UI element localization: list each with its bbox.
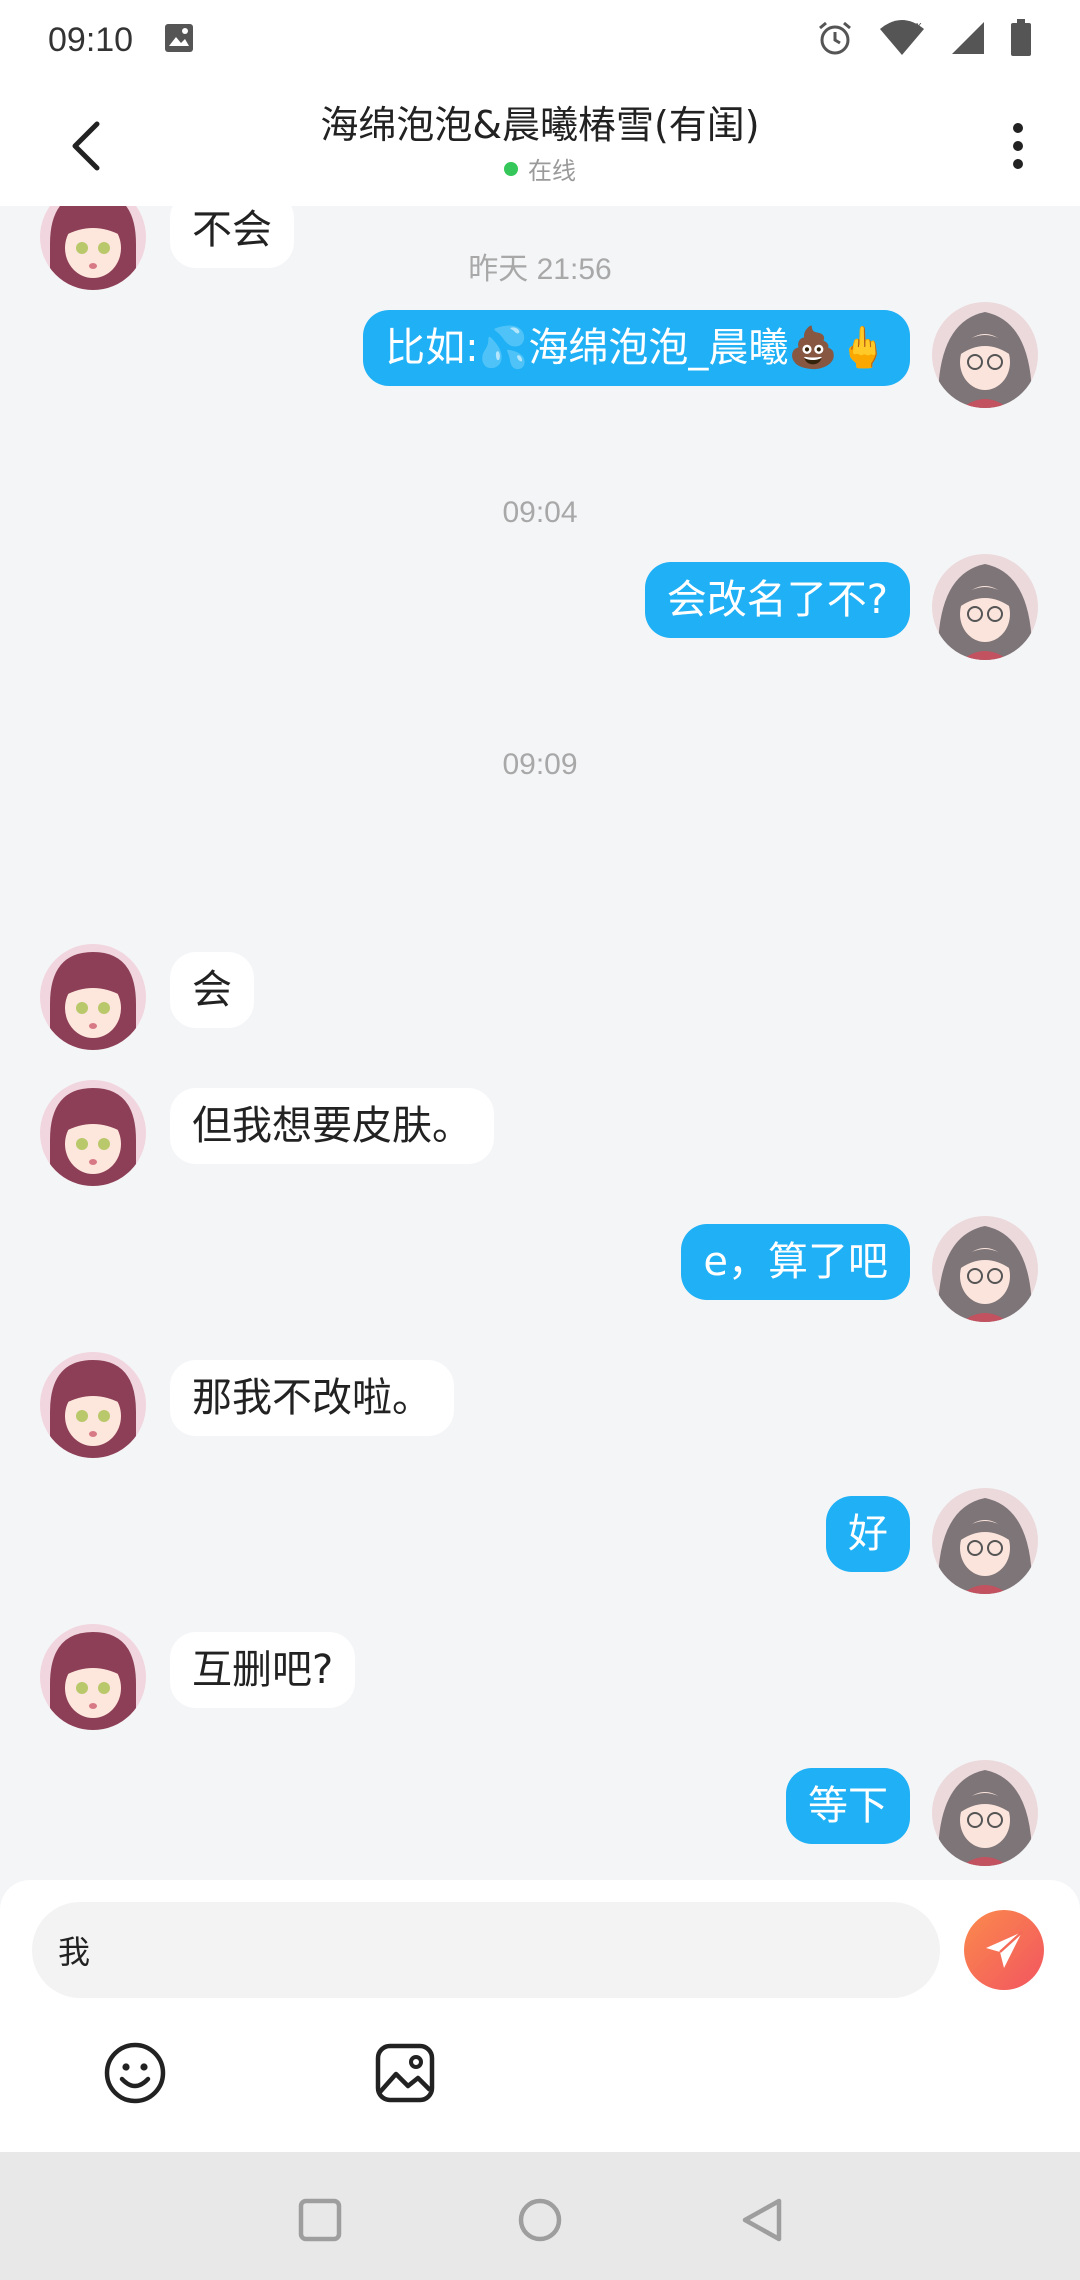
system-nav-bar <box>0 2152 1080 2280</box>
alarm-icon <box>816 19 854 61</box>
battery-icon <box>1010 19 1032 61</box>
image-button[interactable] <box>370 2038 440 2108</box>
message-outgoing: 好 <box>0 1488 1080 1598</box>
message-bubble[interactable]: e，算了吧 <box>681 1224 910 1300</box>
my-avatar[interactable] <box>932 554 1038 660</box>
triangle-back-icon <box>742 2198 782 2242</box>
recents-button[interactable] <box>290 2190 350 2250</box>
message-incoming: 但我想要皮肤。 <box>0 1080 1080 1190</box>
status-time: 09:10 <box>48 20 134 59</box>
message-bubble[interactable]: 好 <box>826 1496 910 1572</box>
my-avatar[interactable] <box>932 302 1038 408</box>
message-incoming: 那我不改啦。 <box>0 1352 1080 1462</box>
more-options-button[interactable] <box>998 116 1038 176</box>
my-avatar[interactable] <box>932 1488 1038 1594</box>
svg-text:x: x <box>916 20 922 32</box>
paper-plane-icon <box>986 1931 1023 1968</box>
square-recents-icon <box>298 2198 342 2242</box>
message-list[interactable]: 不会 昨天 21:56 比如:💦海绵泡泡_晨曦💩🖕 09:04 会改名了不? 0… <box>0 206 1080 1880</box>
message-outgoing: 等下 <box>0 1760 1080 1870</box>
emoji-button[interactable] <box>100 2038 170 2108</box>
contact-avatar[interactable] <box>40 1624 146 1730</box>
online-status: 在线 <box>503 151 576 186</box>
send-button[interactable] <box>964 1910 1044 1990</box>
message-outgoing: e，算了吧 <box>0 1216 1080 1326</box>
message-outgoing: 比如:💦海绵泡泡_晨曦💩🖕 <box>0 302 1080 412</box>
wifi-icon: x <box>878 19 926 61</box>
chat-header: 海绵泡泡&晨曦椿雪(有闺) 在线 <box>0 80 1080 206</box>
message-bubble[interactable]: 比如:💦海绵泡泡_晨曦💩🖕 <box>363 310 910 386</box>
back-button[interactable] <box>60 116 112 176</box>
more-vertical-icon <box>1013 123 1023 169</box>
message-outgoing: 会改名了不? <box>0 554 1080 664</box>
status-bar: 09:10 x <box>0 0 1080 80</box>
message-bubble[interactable]: 等下 <box>786 1768 910 1844</box>
my-avatar[interactable] <box>932 1216 1038 1322</box>
message-incoming: 互删吧? <box>0 1624 1080 1734</box>
composer-panel <box>0 1880 1080 2152</box>
message-timestamp: 09:09 <box>502 748 578 781</box>
message-bubble[interactable]: 会改名了不? <box>644 562 910 638</box>
image-icon <box>375 2043 435 2103</box>
gallery-notification-icon <box>163 22 195 58</box>
circle-home-icon <box>518 2198 562 2242</box>
message-timestamp: 09:04 <box>502 496 578 529</box>
online-status-text: 在线 <box>527 157 576 185</box>
signal-icon <box>950 20 986 60</box>
message-bubble[interactable]: 会 <box>170 952 254 1028</box>
back-nav-button[interactable] <box>732 2190 792 2250</box>
online-dot-icon <box>503 161 518 176</box>
message-incoming: 会 <box>0 944 1080 1054</box>
chevron-left-icon <box>72 121 100 171</box>
message-bubble[interactable]: 互删吧? <box>170 1632 356 1708</box>
contact-avatar[interactable] <box>40 1352 146 1458</box>
home-button[interactable] <box>510 2190 570 2250</box>
message-bubble[interactable]: 那我不改啦。 <box>170 1360 454 1436</box>
chat-title-block[interactable]: 海绵泡泡&晨曦椿雪(有闺) 在线 <box>320 94 759 186</box>
my-avatar[interactable] <box>932 1760 1038 1866</box>
contact-avatar[interactable] <box>40 1080 146 1186</box>
chat-title: 海绵泡泡&晨曦椿雪(有闺) <box>320 103 760 147</box>
message-input[interactable] <box>32 1902 940 1998</box>
contact-avatar[interactable] <box>40 944 146 1050</box>
message-bubble[interactable]: 但我想要皮肤。 <box>170 1088 494 1164</box>
message-timestamp: 昨天 21:56 <box>468 253 612 286</box>
smiley-icon <box>104 2042 166 2104</box>
